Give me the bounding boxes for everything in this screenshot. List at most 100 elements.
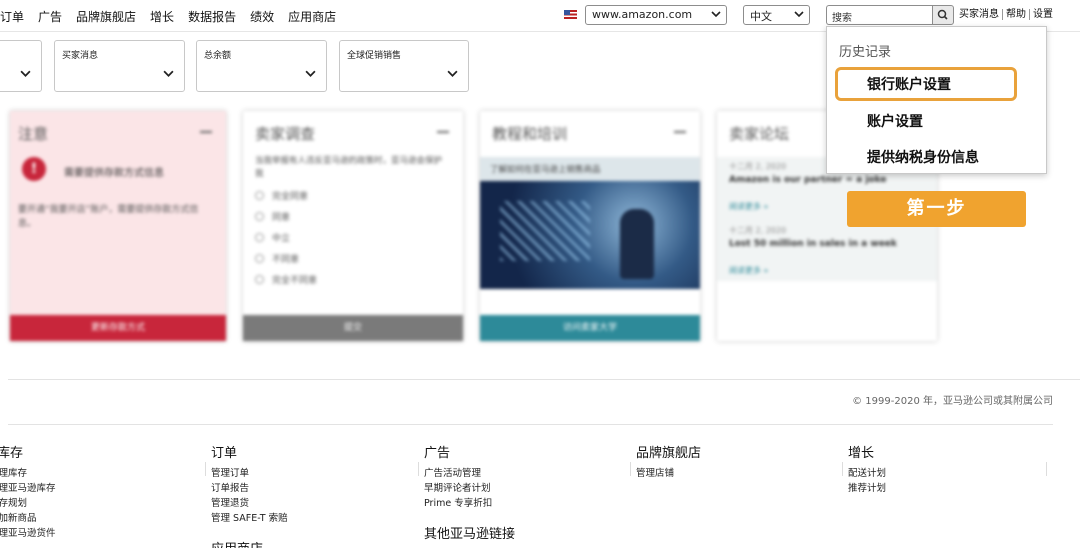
menu-item-performance[interactable]: 绩效: [250, 8, 274, 25]
minimize-icon[interactable]: [674, 131, 686, 133]
help-link[interactable]: 帮助: [1002, 9, 1029, 20]
footer-link[interactable]: 管理亚马逊库存: [0, 481, 56, 496]
menu-item-appstore[interactable]: 应用商店: [288, 8, 336, 25]
minimize-icon[interactable]: [437, 131, 449, 133]
footer-link[interactable]: 管理店铺: [636, 466, 701, 481]
notice-heading: 需要提供存款方式信息: [64, 168, 164, 179]
column-separator: [1046, 462, 1047, 476]
chevron-down-icon: [711, 11, 721, 18]
footer-link[interactable]: 库存规划: [0, 496, 56, 511]
survey-option[interactable]: 完全不同意: [255, 273, 317, 286]
footer-link[interactable]: 订单报告: [211, 481, 288, 496]
language-select[interactable]: 中文: [743, 5, 810, 25]
filter-label: 买家消息: [62, 51, 99, 61]
footer-link[interactable]: 管理亚马逊货件: [0, 526, 56, 541]
main-menu: 订单 广告 品牌旗舰店 增长 数据报告 绩效 应用商店: [0, 8, 336, 25]
footer-link[interactable]: 广告活动管理: [424, 466, 515, 481]
footer-heading: 库存: [0, 446, 24, 461]
widget-title: 教程和培训: [492, 125, 568, 143]
footer-link[interactable]: 管理订单: [211, 466, 288, 481]
footer-heading: 广告: [424, 446, 451, 461]
us-flag-icon: [564, 10, 577, 19]
footer-link[interactable]: Prime 专享折扣: [424, 496, 515, 511]
seller-university-button[interactable]: 访问卖家大学: [480, 315, 700, 341]
footer-link[interactable]: 添加新商品: [0, 511, 56, 526]
footer-column-stores: 品牌旗舰店 管理店铺: [636, 442, 701, 481]
tutorial-widget: 教程和培训 了解如何在亚马逊上销售商品 访问卖家大学: [480, 111, 700, 341]
survey-question: 当我举报有人违反亚马逊的政策时，亚马逊会保护我: [255, 156, 443, 179]
read-more-link[interactable]: 阅读更多 »: [729, 201, 768, 212]
search-history-dropdown: 历史记录 银行账户设置 账户设置 提供纳税身份信息: [826, 26, 1047, 174]
column-separator: [842, 462, 843, 476]
survey-option[interactable]: 同意: [255, 210, 317, 223]
history-item-bank-account-settings[interactable]: 银行账户设置: [867, 74, 951, 94]
minimize-icon[interactable]: [200, 131, 212, 133]
widget-title: 卖家论坛: [729, 125, 790, 143]
footer-heading: 增长: [848, 446, 875, 461]
chevron-down-icon: [163, 70, 174, 77]
footer-divider: [8, 379, 1080, 380]
search-icon: [937, 9, 948, 20]
history-item-tax-info[interactable]: 提供纳税身份信息: [867, 147, 979, 167]
post-title[interactable]: Amazon is our partner = a joke: [729, 175, 886, 185]
column-separator: [630, 462, 631, 476]
update-deposit-button[interactable]: 更新存款方式: [10, 315, 226, 341]
filter-label: 总余额: [204, 51, 232, 61]
buyer-messages-link[interactable]: 买家消息: [959, 9, 1002, 20]
utility-links: 买家消息 帮助 设置: [959, 9, 1056, 20]
post-title[interactable]: Lost 50 million in sales in a week: [729, 239, 897, 249]
filter-box-marketplace[interactable]: [0, 40, 42, 92]
footer-column-advertising: 广告 广告活动管理 早期评论者计划 Prime 专享折扣 其他亚马逊链接: [424, 442, 515, 547]
menu-item-advertising[interactable]: 广告: [38, 8, 62, 25]
step-one-badge: 第一步: [847, 191, 1026, 227]
footer-column-orders: 订单 管理订单 订单报告 管理退货 管理 SAFE-T 索赔 应用商店: [211, 442, 288, 548]
column-separator: [418, 462, 419, 476]
footer-link[interactable]: 管理退货: [211, 496, 288, 511]
widget-title: 注意: [18, 125, 49, 143]
search-placeholder: 搜索: [832, 13, 852, 24]
filter-box-buyer-messages[interactable]: 买家消息: [54, 40, 185, 92]
menu-item-stores[interactable]: 品牌旗舰店: [76, 8, 136, 25]
footer-link[interactable]: 推荐计划: [848, 481, 886, 496]
tutorial-caption: 了解如何在亚马逊上销售商品: [480, 157, 700, 181]
search-button[interactable]: [932, 5, 954, 25]
footer-link[interactable]: 管理 SAFE-T 索赔: [211, 511, 288, 526]
footer-link[interactable]: 配送计划: [848, 466, 886, 481]
submit-survey-button[interactable]: 提交: [243, 315, 463, 341]
footer-link[interactable]: 早期评论者计划: [424, 481, 515, 496]
chevron-down-icon: [305, 70, 316, 77]
footer-heading: 品牌旗舰店: [636, 446, 702, 461]
footer-link[interactable]: 管理库存: [0, 466, 56, 481]
footer-heading: 其他亚马逊链接: [424, 527, 516, 542]
marketplace-value: www.amazon.com: [592, 8, 693, 21]
read-more-link[interactable]: 阅读更多 »: [729, 265, 768, 276]
footer-column-inventory: 库存 管理库存 管理亚马逊库存 库存规划 添加新商品 管理亚马逊货件: [0, 442, 56, 541]
notice-widget: 注意 ! 需要提供存款方式信息 要开通“我要开店”账户，需要提供存款方式信息。 …: [10, 111, 226, 341]
footer-column-growth: 增长 配送计划 推荐计划: [848, 442, 886, 496]
filter-box-total-balance[interactable]: 总余额: [196, 40, 327, 92]
alert-icon: !: [22, 157, 46, 181]
filter-box-global-sales[interactable]: 全球促销销售: [339, 40, 469, 92]
menu-item-reports[interactable]: 数据报告: [188, 8, 236, 25]
history-heading: 历史记录: [839, 45, 892, 60]
language-value: 中文: [750, 10, 772, 23]
survey-option[interactable]: 完全同意: [255, 189, 317, 202]
marketplace-select[interactable]: www.amazon.com: [585, 5, 727, 25]
search-input[interactable]: 搜索: [826, 5, 934, 25]
footer-divider: [8, 424, 1053, 425]
survey-options: 完全同意 同意 中立 不同意 完全不同意: [255, 189, 317, 294]
chevron-down-icon: [20, 70, 31, 77]
survey-option[interactable]: 不同意: [255, 252, 317, 265]
history-item-account-settings[interactable]: 账户设置: [867, 111, 923, 131]
column-separator: [205, 462, 206, 476]
widget-title: 卖家调查: [255, 125, 316, 143]
copyright-text: © 1999-2020 年，亚马逊公司或其附属公司: [852, 396, 1053, 407]
notice-body: 要开通“我要开店”账户，需要提供存款方式信息。: [18, 205, 199, 229]
settings-link[interactable]: 设置: [1029, 9, 1056, 20]
tutorial-image[interactable]: [480, 181, 700, 289]
survey-option[interactable]: 中立: [255, 231, 317, 244]
footer-heading: 应用商店: [211, 538, 288, 548]
menu-item-growth[interactable]: 增长: [150, 8, 174, 25]
menu-item-orders[interactable]: 订单: [0, 8, 24, 25]
survey-widget: 卖家调查 当我举报有人违反亚马逊的政策时，亚马逊会保护我 完全同意 同意 中立 …: [243, 111, 463, 341]
